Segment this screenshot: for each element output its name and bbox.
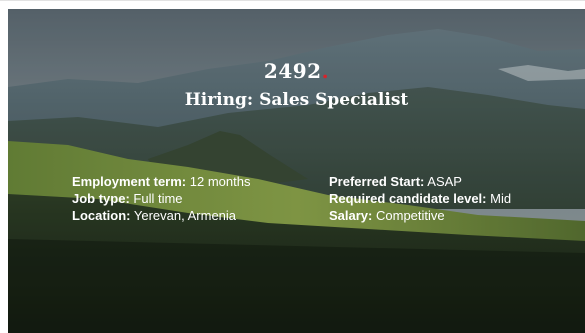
detail-value: Yerevan, Armenia	[133, 208, 237, 223]
detail-location: Location: Yerevan, Armenia	[72, 207, 250, 224]
detail-label: Preferred Start:	[329, 174, 425, 189]
detail-label: Job type:	[72, 191, 130, 206]
top-border	[0, 0, 585, 1]
detail-label: Location:	[72, 208, 131, 223]
detail-value: Full time	[133, 191, 183, 206]
details-right-column: Preferred Start: ASAP Required candidate…	[329, 173, 511, 224]
hero-banner: 2492. Hiring: Sales Specialist Employmen…	[8, 9, 585, 333]
job-number: 2492.	[8, 59, 585, 83]
detail-value: ASAP	[427, 174, 462, 189]
detail-preferred-start: Preferred Start: ASAP	[329, 173, 511, 190]
job-number-text: 2492	[263, 59, 322, 83]
detail-label: Employment term:	[72, 174, 187, 189]
detail-value: Competitive	[376, 208, 445, 223]
details-left-column: Employment term: 12 months Job type: Ful…	[72, 173, 250, 224]
image-overlay	[8, 9, 585, 333]
detail-salary: Salary: Competitive	[329, 207, 511, 224]
detail-job-type: Job type: Full time	[72, 190, 250, 207]
detail-value: Mid	[490, 191, 512, 206]
detail-employment-term: Employment term: 12 months	[72, 173, 250, 190]
job-title: Hiring: Sales Specialist	[184, 90, 409, 110]
detail-candidate-level: Required candidate level: Mid	[329, 190, 511, 207]
detail-label: Salary:	[329, 208, 373, 223]
detail-value: 12 months	[189, 174, 251, 189]
job-number-dot: .	[321, 59, 330, 83]
detail-label: Required candidate level:	[329, 191, 487, 206]
